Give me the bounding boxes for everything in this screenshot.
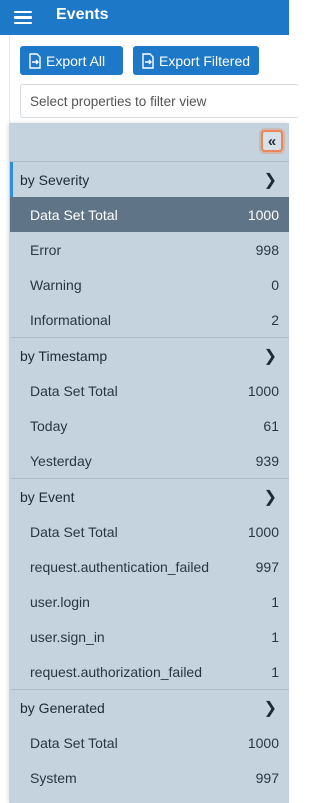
facet-row[interactable]: Error 998	[10, 232, 289, 267]
facet-row[interactable]: request.authentication_failed 997	[10, 549, 289, 584]
chevron-right-icon: ❯	[263, 699, 277, 717]
facet-row[interactable]: Yesterday 939	[10, 443, 289, 478]
facet-row-label: Error	[30, 241, 62, 258]
facet-header-label: by Generated	[20, 699, 105, 716]
export-filtered-button[interactable]: Export Filtered	[133, 46, 259, 75]
panel-header: «	[10, 123, 289, 161]
facet-row-label: Warning	[30, 276, 82, 293]
facet-row-count: 997	[255, 558, 279, 575]
facet-section-event: by Event ❯ Data Set Total 1000 request.a…	[10, 478, 289, 689]
facet-header-label: by Severity	[20, 171, 90, 188]
facet-row[interactable]: user.login 1	[10, 584, 289, 619]
export-icon	[29, 52, 41, 69]
facet-row-label: Data Set Total	[30, 382, 118, 399]
facet-row[interactable]: request.authorization_failed 1	[10, 654, 289, 689]
facet-header-label: by Event	[20, 488, 75, 505]
chevron-right-icon: ❯	[263, 347, 277, 365]
facet-row-count: 939	[255, 452, 279, 469]
facet-row[interactable]: Data Set Total 1000	[10, 197, 289, 232]
facet-row-count: 1000	[247, 206, 279, 223]
facet-row[interactable]: Data Set Total 1000	[10, 373, 289, 408]
facet-row[interactable]: System 997	[10, 760, 289, 795]
export-all-button[interactable]: Export All	[20, 46, 123, 75]
facet-section-severity: by Severity ❯ Data Set Total 1000 Error …	[10, 161, 289, 337]
top-bar: Events	[0, 0, 289, 35]
facet-row[interactable]: Data Set Total 1000	[10, 514, 289, 549]
facet-row-count: 997	[255, 769, 279, 786]
facet-row-count: 1000	[247, 734, 279, 751]
facet-row-label: user.sign_in	[30, 628, 105, 645]
facet-row-count: 0	[271, 276, 279, 293]
facet-row[interactable]: Informational 2	[10, 302, 289, 337]
facet-row-label: System	[30, 769, 77, 786]
facet-row-count: 1000	[247, 382, 279, 399]
export-all-label: Export All	[46, 52, 106, 69]
facet-row-label: Informational	[30, 311, 111, 328]
facet-row[interactable]: Today 61	[10, 408, 289, 443]
facet-sections: by Severity ❯ Data Set Total 1000 Error …	[10, 161, 289, 795]
facet-row-count: 998	[255, 241, 279, 258]
facet-row-label: request.authentication_failed	[30, 558, 210, 575]
facet-header-generated[interactable]: by Generated ❯	[10, 690, 289, 725]
facet-row[interactable]: Data Set Total 1000	[10, 725, 289, 760]
export-filtered-label: Export Filtered	[159, 52, 251, 69]
facet-section-timestamp: by Timestamp ❯ Data Set Total 1000 Today…	[10, 337, 289, 478]
hamburger-menu-icon[interactable]	[14, 10, 32, 25]
facet-row-count: 2	[271, 311, 279, 328]
facet-row-label: request.authorization_failed	[30, 663, 203, 680]
chevron-right-icon: ❯	[263, 171, 277, 189]
facet-row-count: 1	[271, 593, 279, 610]
facet-header-severity[interactable]: by Severity ❯	[10, 162, 289, 197]
export-icon	[142, 52, 154, 69]
toolbar: Export All Export Filtered	[10, 35, 299, 135]
facet-header-event[interactable]: by Event ❯	[10, 479, 289, 514]
page-title: Events	[56, 5, 109, 23]
facet-row-count: 1	[271, 628, 279, 645]
facet-row[interactable]: Warning 0	[10, 267, 289, 302]
facet-header-label: by Timestamp	[20, 347, 108, 364]
facet-row-label: user.login	[30, 593, 90, 610]
facet-header-timestamp[interactable]: by Timestamp ❯	[10, 338, 289, 373]
left-strip	[0, 35, 10, 803]
facet-row-label: Data Set Total	[30, 734, 118, 751]
facet-row-count: 1	[271, 663, 279, 680]
facet-row-label: Data Set Total	[30, 206, 118, 223]
facets-panel: « by Severity ❯ Data Set Total 1000 Erro…	[10, 123, 289, 803]
collapse-panel-button[interactable]: «	[261, 130, 283, 152]
facet-row[interactable]: user.sign_in 1	[10, 619, 289, 654]
facet-row-count: 1000	[247, 523, 279, 540]
facet-row-label: Yesterday	[30, 452, 92, 469]
facet-row-label: Today	[30, 417, 68, 434]
facet-row-label: Data Set Total	[30, 523, 118, 540]
filter-properties-input[interactable]	[20, 84, 299, 118]
facet-section-generated: by Generated ❯ Data Set Total 1000 Syste…	[10, 689, 289, 795]
facet-row-count: 61	[263, 417, 279, 434]
double-chevron-left-icon: «	[267, 132, 277, 150]
chevron-right-icon: ❯	[263, 488, 277, 506]
